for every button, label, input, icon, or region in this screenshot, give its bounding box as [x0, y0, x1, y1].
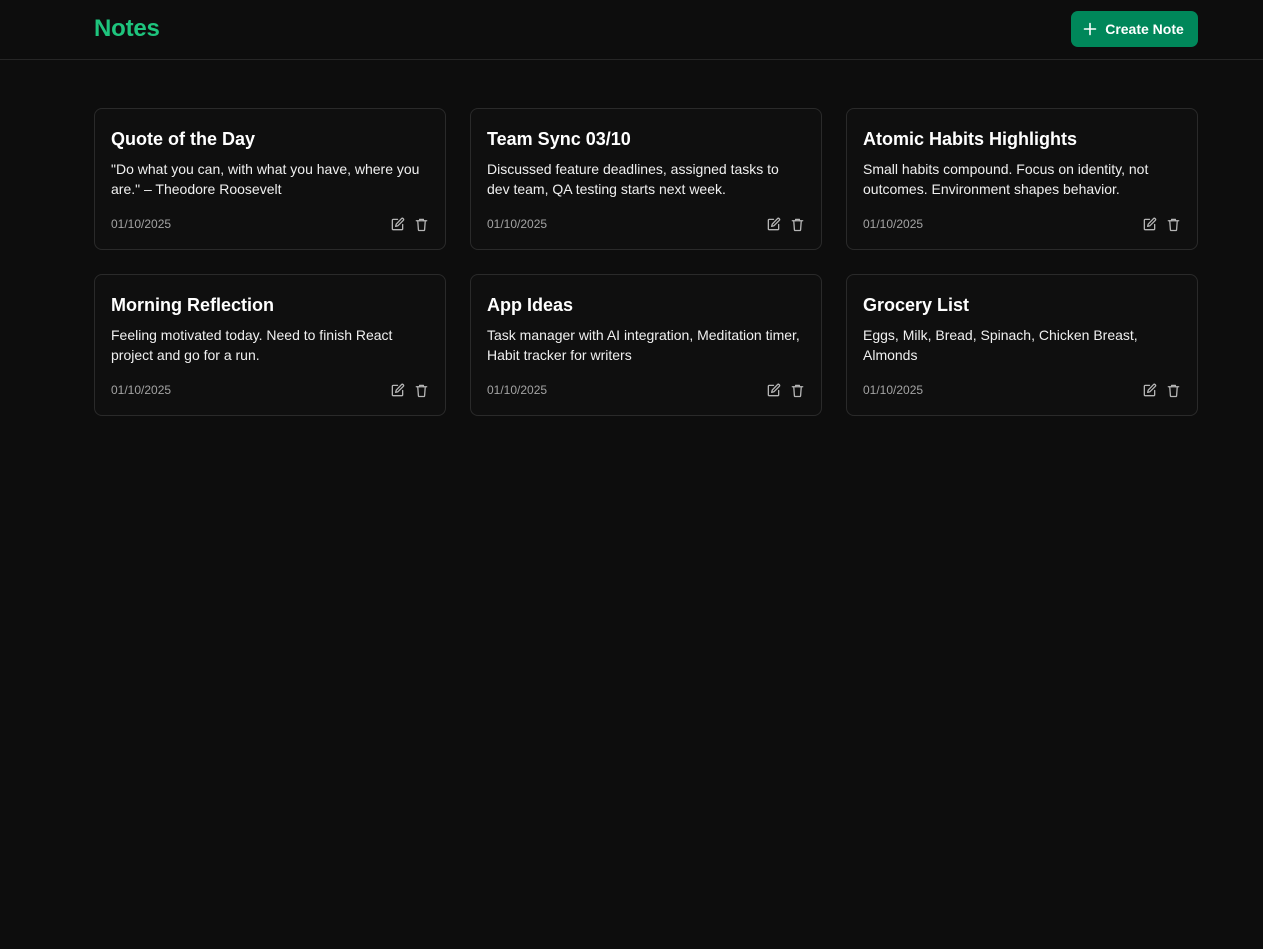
note-actions — [765, 382, 805, 398]
note-footer: 01/10/2025 — [111, 215, 429, 233]
edit-icon[interactable] — [765, 382, 781, 398]
edit-icon[interactable] — [1141, 216, 1157, 232]
note-footer: 01/10/2025 — [863, 381, 1181, 399]
note-footer: 01/10/2025 — [111, 381, 429, 399]
note-date: 01/10/2025 — [111, 383, 172, 397]
note-title: App Ideas — [487, 295, 574, 315]
note-title: Quote of the Day — [111, 129, 256, 149]
trash-icon[interactable] — [1165, 216, 1181, 232]
note-card[interactable]: App Ideas Task manager with AI integratio… — [470, 274, 822, 416]
note-date: 01/10/2025 — [487, 217, 548, 231]
note-body: Task manager with AI integration, Medita… — [487, 327, 800, 363]
note-title: Atomic Habits Highlights — [863, 129, 1078, 149]
note-body: "Do what you can, with what you have, wh… — [111, 161, 420, 197]
note-actions — [765, 216, 805, 232]
note-actions — [389, 382, 429, 398]
note-date: 01/10/2025 — [487, 383, 548, 397]
plus-icon — [1083, 22, 1097, 36]
trash-icon[interactable] — [789, 382, 805, 398]
note-date: 01/10/2025 — [863, 383, 924, 397]
note-title: Morning Reflection — [111, 295, 274, 315]
note-title: Grocery List — [863, 295, 970, 315]
note-body: Discussed feature deadlines, assigned ta… — [487, 161, 779, 197]
app-title: Notes — [94, 15, 160, 42]
note-card[interactable]: Grocery List Eggs, Milk, Bread, Spinach, … — [846, 274, 1198, 416]
top-navbar: Notes Create Note — [0, 0, 1263, 60]
trash-icon[interactable] — [413, 216, 429, 232]
note-body: Eggs, Milk, Bread, Spinach, Chicken Brea… — [863, 327, 1138, 363]
note-body: Small habits compound. Focus on identity… — [863, 161, 1149, 197]
note-title: Team Sync 03/10 — [487, 129, 631, 149]
trash-icon[interactable] — [1165, 382, 1181, 398]
edit-icon[interactable] — [389, 382, 405, 398]
edit-icon[interactable] — [389, 216, 405, 232]
notes-grid: Quote of the Day "Do what you can, with w… — [94, 108, 1198, 416]
note-footer: 01/10/2025 — [487, 381, 805, 399]
note-card[interactable]: Morning Reflection Feeling motivated toda… — [94, 274, 446, 416]
create-note-button[interactable]: Create Note — [1071, 11, 1198, 47]
edit-icon[interactable] — [765, 216, 781, 232]
trash-icon[interactable] — [413, 382, 429, 398]
trash-icon[interactable] — [789, 216, 805, 232]
note-card[interactable]: Team Sync 03/10 Discussed feature deadlin… — [470, 108, 822, 250]
note-date: 01/10/2025 — [863, 217, 924, 231]
note-date: 01/10/2025 — [111, 217, 172, 231]
edit-icon[interactable] — [1141, 382, 1157, 398]
note-actions — [1141, 382, 1181, 398]
create-note-label: Create Note — [1105, 21, 1184, 37]
note-card[interactable]: Quote of the Day "Do what you can, with w… — [94, 108, 446, 250]
note-actions — [389, 216, 429, 232]
note-footer: 01/10/2025 — [487, 215, 805, 233]
note-card[interactable]: Atomic Habits Highlights Small habits com… — [846, 108, 1198, 250]
note-footer: 01/10/2025 — [863, 215, 1181, 233]
note-body: Feeling motivated today. Need to finish … — [111, 327, 393, 363]
note-actions — [1141, 216, 1181, 232]
